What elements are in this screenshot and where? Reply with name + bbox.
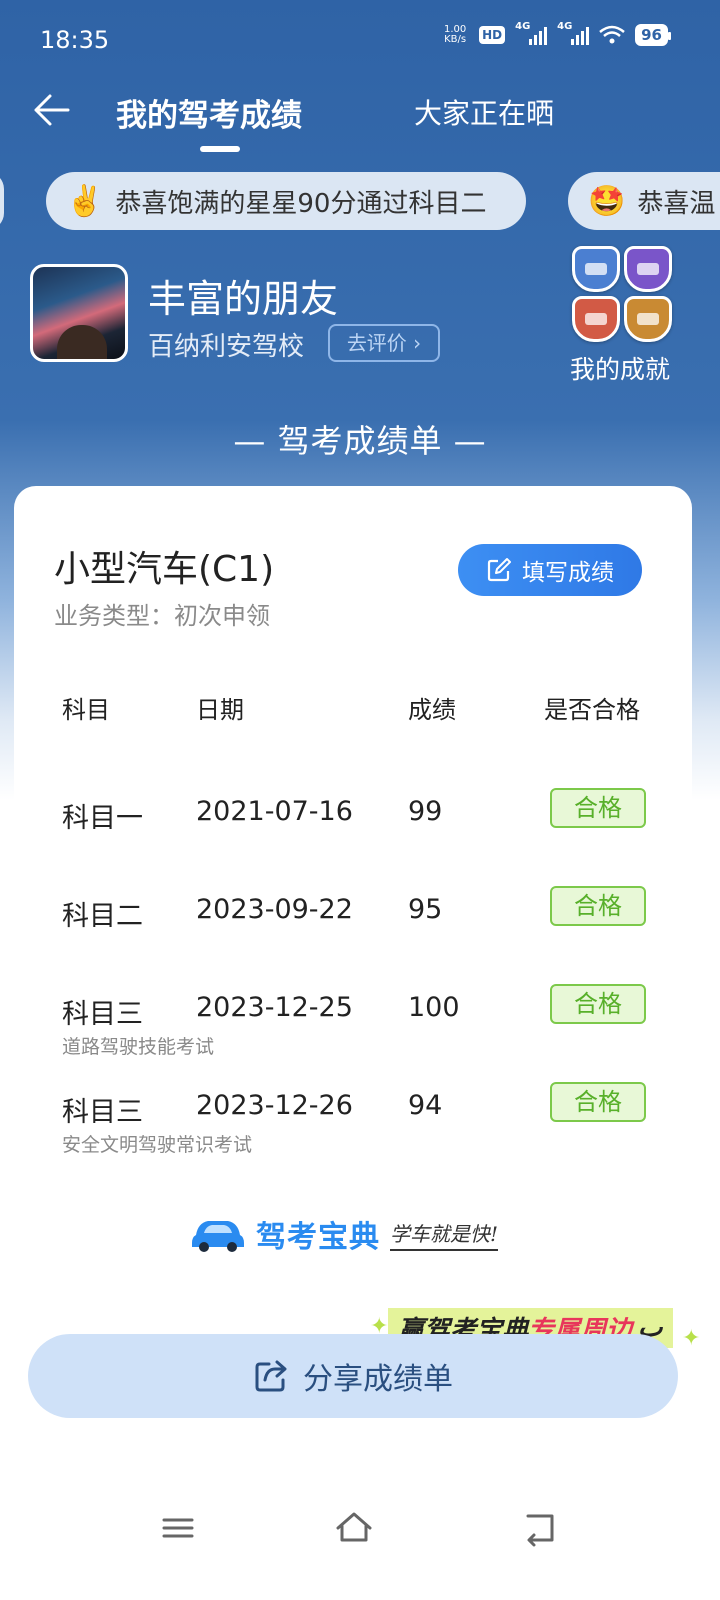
brand-slogan: 学车就是快!: [390, 1218, 499, 1251]
ticker-pill[interactable]: [0, 172, 4, 230]
tab-my-scores[interactable]: 我的驾考成绩: [116, 90, 302, 135]
user-name: 丰富的朋友: [148, 277, 339, 321]
row-subject: 科目二: [62, 901, 143, 932]
brand-name: 驾考宝典: [256, 1220, 380, 1255]
license-type: 小型汽车(C1): [54, 549, 275, 590]
row-note: 道路驾驶技能考试: [62, 1036, 215, 1058]
signal-label: 4G: [557, 21, 573, 32]
table-row: 科目二 2023-09-22 95 合格: [14, 886, 692, 974]
edit-icon: [487, 558, 511, 582]
status-icons: 1.00 KB/s HD 4G 4G 96: [441, 21, 671, 46]
pass-badge: 合格: [550, 984, 646, 1024]
row-score: 100: [408, 992, 460, 1023]
fill-score-label: 填写成绩: [522, 560, 614, 586]
pass-badge: 合格: [550, 886, 646, 926]
network-speed: 1.00 KB/s: [441, 25, 469, 45]
column-header-pass: 是否合格: [544, 696, 640, 724]
share-scorecard-button[interactable]: 分享成绩单: [28, 1334, 678, 1418]
top-navigation: 我的驾考成绩 大家正在晒: [0, 80, 720, 160]
brand-logo: 驾考宝典 学车就是快!: [190, 1212, 499, 1256]
hd-icon: HD: [479, 26, 506, 44]
signal-icon: 4G: [515, 21, 548, 45]
ticker-text: 恭喜饱满的星星90分通过科目二: [115, 188, 487, 219]
driving-school-name: 百纳利安驾校: [148, 332, 305, 362]
signal-icon: 4G: [557, 21, 590, 45]
column-header-subject: 科目: [62, 696, 110, 724]
row-subject: 科目三: [62, 999, 143, 1030]
row-score: 99: [408, 796, 443, 827]
section-title: — 驾考成绩单 —: [233, 422, 487, 460]
pass-badge: 合格: [550, 1082, 646, 1122]
table-row: 科目三 2023-12-26 94 合格 安全文明驾驶常识考试: [14, 1082, 692, 1170]
home-icon[interactable]: [332, 1508, 376, 1548]
table-row: 科目三 2023-12-25 100 合格 道路驾驶技能考试: [14, 984, 692, 1072]
share-icon: [255, 1360, 287, 1392]
system-nav-bar: [0, 1490, 720, 1570]
achievements-label: 我的成就: [570, 355, 671, 384]
score-card: 小型汽车(C1) 业务类型：初次申领 填写成绩 科目 日期 成绩 是否合格 科目…: [14, 486, 692, 1288]
business-type: 业务类型：初次申领: [54, 602, 270, 630]
achievement-badge-icon: [572, 246, 620, 292]
pass-badge: 合格: [550, 788, 646, 828]
my-achievements[interactable]: 我的成就: [566, 246, 686, 386]
menu-icon[interactable]: [156, 1508, 200, 1548]
row-score: 94: [408, 1090, 443, 1121]
network-speed-unit: KB/s: [444, 34, 467, 45]
row-date: 2023-12-25: [196, 992, 353, 1023]
back-icon[interactable]: [518, 1508, 562, 1548]
tab-everyone-sharing[interactable]: 大家正在晒: [414, 92, 554, 132]
share-label: 分享成绩单: [303, 1362, 453, 1397]
ticker-text: 恭喜温: [637, 188, 716, 219]
table-row: 科目一 2021-07-16 99 合格: [14, 788, 692, 876]
tab-active-indicator: [200, 146, 240, 152]
avatar[interactable]: [30, 264, 128, 362]
achievement-badge-icon: [624, 246, 672, 292]
chevron-right-icon: ›: [406, 331, 422, 355]
car-icon: [192, 1221, 244, 1252]
status-bar: 18:35 1.00 KB/s HD 4G 4G 96: [0, 0, 720, 80]
battery-icon: 96: [635, 24, 671, 46]
wifi-icon: [599, 25, 625, 44]
row-subject: 科目一: [62, 803, 143, 834]
back-arrow-icon[interactable]: [28, 86, 76, 134]
row-note: 安全文明驾驶常识考试: [62, 1134, 253, 1156]
victory-hand-icon: ✌️: [66, 183, 104, 219]
sparkle-icon: ✦: [682, 1326, 701, 1351]
star-eyes-icon: 🤩: [588, 183, 626, 219]
rate-label: 去评价: [346, 331, 407, 355]
ticker-pill[interactable]: 🤩 恭喜温: [568, 172, 720, 230]
congrats-ticker: ✌️ 恭喜饱满的星星90分通过科目二 🤩 恭喜温: [0, 172, 720, 232]
ticker-pill[interactable]: ✌️ 恭喜饱满的星星90分通过科目二: [46, 172, 526, 230]
achievement-badge-icon: [572, 296, 620, 342]
row-date: 2023-09-22: [196, 894, 353, 925]
row-date: 2023-12-26: [196, 1090, 353, 1121]
status-time: 18:35: [40, 26, 110, 54]
signal-label: 4G: [515, 21, 531, 32]
column-header-score: 成绩: [408, 696, 456, 724]
achievement-badge-icon: [624, 296, 672, 342]
row-score: 95: [408, 894, 443, 925]
fill-score-button[interactable]: 填写成绩: [458, 544, 642, 596]
rate-school-button[interactable]: 去评价 ›: [328, 324, 440, 362]
row-subject: 科目三: [62, 1097, 143, 1128]
column-header-date: 日期: [196, 696, 244, 724]
row-date: 2021-07-16: [196, 796, 353, 827]
